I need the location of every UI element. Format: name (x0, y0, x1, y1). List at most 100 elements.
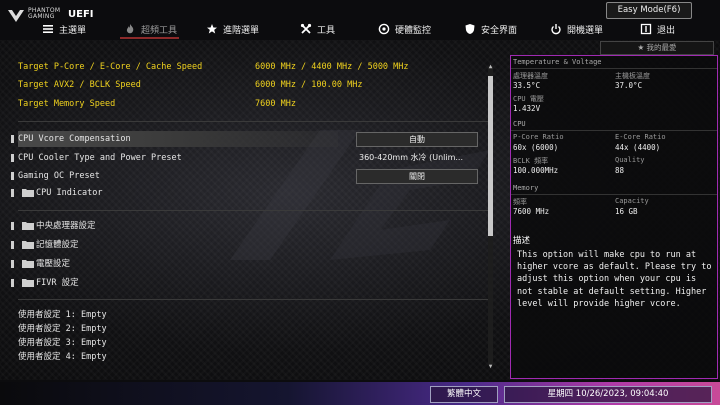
cpu-volt-label: CPU 電壓 (513, 95, 544, 103)
folder-icon (22, 279, 34, 287)
row-bullet (11, 154, 14, 162)
pcore-ratio-label: P-Core Ratio (513, 133, 564, 141)
target-avx-bclk-row: Target AVX2 / BCLK Speed 6000 MHz / 100.… (18, 77, 488, 93)
tab-boot[interactable]: 開機選單 (550, 20, 603, 38)
tab-oc-tweaker-label: 超頻工具 (141, 25, 178, 36)
divider (18, 210, 488, 211)
easy-mode-button[interactable]: Easy Mode(F6) (606, 2, 692, 19)
target-memory-label: Target Memory Speed (18, 99, 116, 109)
folder-icon (22, 222, 34, 230)
pcore-ratio-value: 60x (6000) (513, 143, 559, 152)
ecore-ratio-label: E-Core Ratio (615, 133, 666, 141)
star-icon (207, 24, 217, 34)
scroll-up-icon[interactable]: ▲ (487, 64, 494, 70)
flame-icon (126, 24, 134, 34)
user-setting-3-label: 使用者設定 3: Empty (18, 338, 107, 348)
description-text: This option will make cpu to run at high… (517, 250, 712, 309)
user-setting-4[interactable]: 使用者設定 4: Empty (18, 349, 488, 365)
description-title: 描述 (513, 236, 531, 246)
tab-exit[interactable]: 退出 (640, 20, 675, 38)
row-bullet (11, 279, 14, 287)
tab-hw-monitor-label: 硬體監控 (395, 25, 432, 36)
language-button[interactable]: 繁體中文 (430, 386, 498, 403)
phantom-gaming-logo-icon (8, 10, 24, 22)
mb-temp-value: 37.0°C (615, 81, 643, 90)
user-setting-2-label: 使用者設定 2: Empty (18, 324, 107, 334)
info-panel: Temperature & Voltage 處理器溫度 33.5°C 主機板溫度… (510, 55, 718, 379)
cpu-vcore-compensation-row[interactable]: CPU Vcore Compensation (11, 131, 338, 147)
datetime-display[interactable]: 星期四 10/26/2023, 09:04:40 (504, 386, 712, 403)
folder-dram-config[interactable]: 記憶體設定 (11, 237, 506, 253)
cpu-section-title: CPU (513, 120, 526, 128)
cpu-vcore-compensation-label: CPU Vcore Compensation (18, 134, 131, 144)
row-bullet (11, 172, 14, 180)
cpu-temp-label: 處理器溫度 (513, 72, 548, 80)
tab-main[interactable]: 主選單 (42, 20, 86, 38)
folder-voltage-config-label: 電壓設定 (36, 259, 71, 269)
scroll-down-icon[interactable]: ▼ (487, 364, 494, 370)
target-avx-bclk-value: 6000 MHz / 100.00 MHz (255, 80, 363, 90)
exit-icon (640, 23, 652, 35)
tab-tools[interactable]: 工具 (300, 20, 335, 38)
active-tab-underline (120, 37, 180, 39)
folder-icon (22, 241, 34, 249)
power-icon (551, 24, 561, 35)
target-core-speed-row: Target P-Core / E-Core / Cache Speed 600… (18, 59, 488, 75)
folder-fivr-config[interactable]: FIVR 設定 (11, 275, 506, 291)
bottom-bar: 繁體中文 星期四 10/26/2023, 09:04:40 (0, 382, 720, 405)
folder-fivr-config-label: FIVR 設定 (36, 278, 79, 288)
row-bullet (11, 135, 14, 143)
mem-capacity-label: Capacity (615, 197, 649, 205)
folder-cpu-config[interactable]: 中央處理器設定 (11, 218, 506, 234)
favorites-button[interactable]: ★ 我的最愛 (600, 41, 714, 55)
row-bullet (11, 260, 14, 268)
memory-section-title: Memory (513, 184, 539, 192)
tab-advanced-label: 進階選單 (223, 25, 260, 36)
target-core-speed-value: 6000 MHz / 4400 MHz / 5000 MHz (255, 62, 409, 72)
target-memory-value: 7600 MHz (255, 99, 296, 109)
tab-tools-label: 工具 (317, 25, 336, 36)
cpu-indicator-row[interactable]: CPU Indicator (11, 185, 506, 201)
list-icon (43, 25, 53, 33)
tab-advanced[interactable]: 進階選單 (206, 20, 259, 38)
scrollbar-thumb[interactable] (488, 76, 493, 236)
ecore-ratio-value: 44x (4400) (615, 143, 661, 152)
row-bullet (11, 241, 14, 249)
mem-capacity-value: 16 GB (615, 207, 638, 216)
folder-voltage-config[interactable]: 電壓設定 (11, 256, 506, 272)
brand-name: PHANTOM GAMING (28, 8, 68, 20)
favorites-star-icon: ★ (637, 43, 647, 52)
temp-voltage-title: Temperature & Voltage (513, 58, 602, 66)
section-divider (511, 68, 717, 69)
mb-temp-label: 主機板溫度 (615, 72, 650, 80)
shield-icon (465, 24, 475, 34)
favorites-label: 我的最愛 (646, 43, 677, 52)
folder-cpu-config-label: 中央處理器設定 (36, 221, 96, 231)
cpu-cooler-preset-label: CPU Cooler Type and Power Preset (18, 153, 182, 163)
tab-security[interactable]: 安全界面 (464, 20, 517, 38)
folder-dram-config-label: 記憶體設定 (36, 240, 79, 250)
cpu-temp-value: 33.5°C (513, 81, 541, 90)
divider (18, 121, 488, 122)
monitor-icon (378, 23, 390, 35)
user-setting-4-label: 使用者設定 4: Empty (18, 352, 107, 362)
tab-exit-label: 退出 (657, 25, 676, 36)
quality-label: Quality (615, 156, 645, 164)
uefi-label: UEFI (68, 9, 94, 20)
tab-oc-tweaker[interactable]: 超頻工具 (120, 20, 180, 39)
cpu-cooler-preset-select[interactable]: 360-420mm 水冷 (Unlim... (356, 151, 479, 164)
tab-security-label: 安全界面 (481, 25, 518, 36)
bclk-label: BCLK 頻率 (513, 157, 549, 165)
tab-hw-monitor[interactable]: 硬體監控 (378, 20, 431, 38)
row-bullet (11, 189, 14, 197)
quality-value: 88 (615, 166, 625, 175)
gaming-oc-preset-select[interactable]: 關閉 (356, 169, 478, 184)
cpu-indicator-label: CPU Indicator (36, 188, 103, 198)
tools-icon (300, 23, 312, 34)
target-avx-bclk-label: Target AVX2 / BCLK Speed (18, 80, 141, 90)
section-divider (511, 194, 717, 195)
user-setting-1-label: 使用者設定 1: Empty (18, 310, 107, 320)
cpu-vcore-compensation-select[interactable]: 自動 (356, 132, 478, 147)
cpu-volt-value: 1.432V (513, 104, 541, 113)
target-memory-row: Target Memory Speed 7600 MHz (18, 96, 488, 112)
